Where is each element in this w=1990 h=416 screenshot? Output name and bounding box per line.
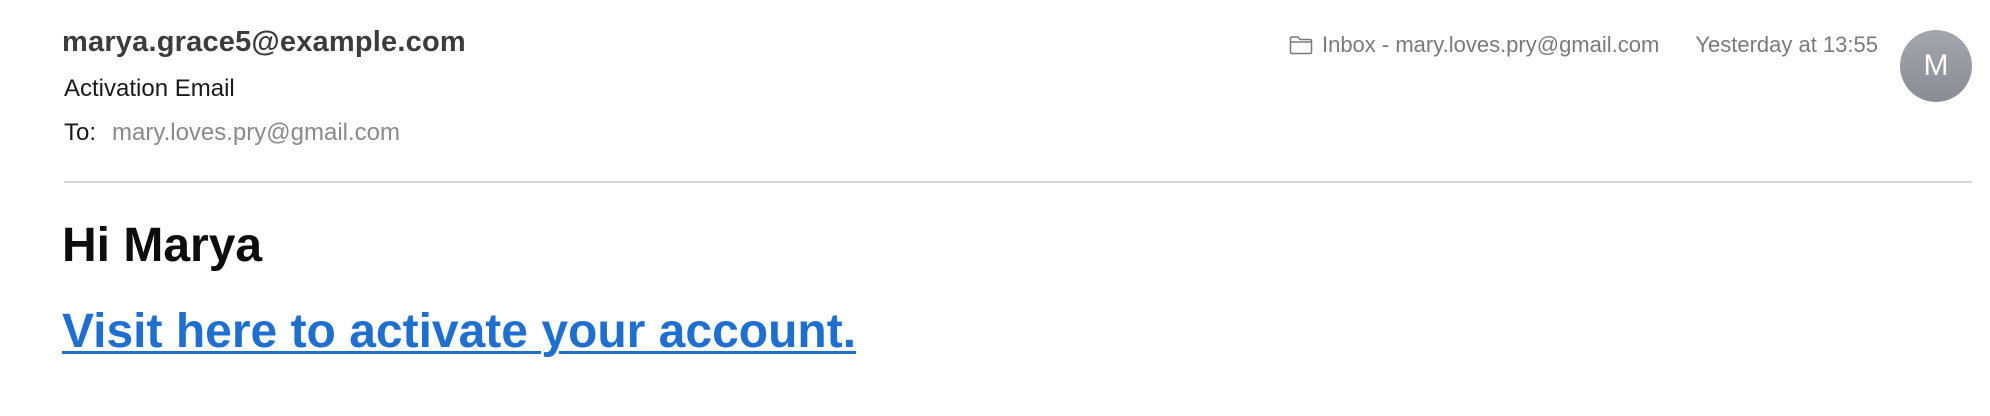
- received-date: Yesterday at 13:55: [1695, 32, 1878, 57]
- email-viewer: marya.grace5@example.com Activation Emai…: [0, 0, 1990, 416]
- recipient-address[interactable]: mary.loves.pry@gmail.com: [112, 119, 400, 147]
- mailbox-label[interactable]: Inbox - mary.loves.pry@gmail.com: [1322, 32, 1659, 58]
- to-label: To:: [64, 119, 97, 146]
- message-meta: Inbox - mary.loves.pry@gmail.com Yesterd…: [1289, 32, 1878, 58]
- folder-icon: [1289, 35, 1313, 55]
- sender-address: marya.grace5@example.com: [62, 26, 466, 58]
- header-divider: [64, 181, 1972, 183]
- avatar[interactable]: M: [1900, 30, 1972, 102]
- recipient-row: To: mary.loves.pry@gmail.com: [64, 119, 400, 147]
- email-subject: Activation Email: [64, 75, 235, 102]
- activate-account-link[interactable]: Visit here to activate your account.: [62, 304, 856, 359]
- greeting-heading: Hi Marya: [62, 219, 263, 272]
